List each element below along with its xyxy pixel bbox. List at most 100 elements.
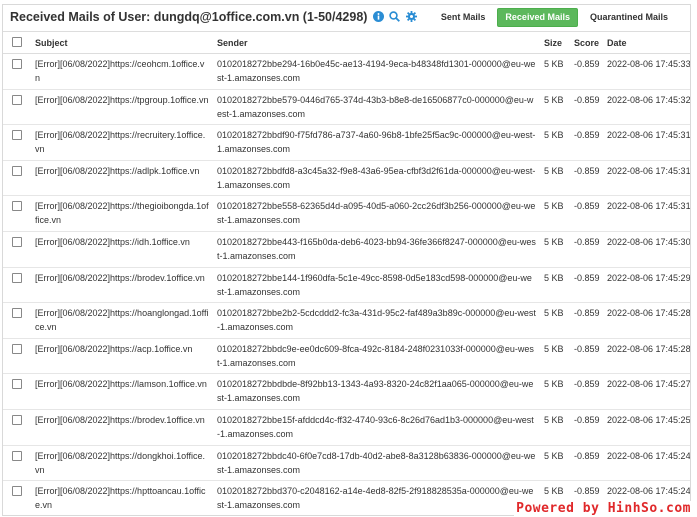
mail-subject: [Error][06/08/2022]https://thegioibongda… (31, 195, 213, 232)
row-checkbox[interactable] (12, 272, 22, 283)
row-checkbox-cell (3, 409, 31, 446)
mail-score: -0.859 (570, 373, 603, 410)
mail-size: 5 KB (540, 53, 570, 90)
gear-icon[interactable] (405, 11, 417, 22)
table-row[interactable]: [Error][06/08/2022]https://thegioibongda… (3, 195, 690, 232)
received-mails-panel: Received Mails of User: dungdq@1office.c… (2, 4, 691, 516)
table-row[interactable]: [Error][06/08/2022]https://idh.1office.v… (3, 231, 690, 268)
score-header[interactable]: Score (570, 32, 603, 54)
mail-subject: [Error][06/08/2022]https://adlpk.1office… (31, 160, 213, 197)
page-title-wrap: Received Mails of User: dungdq@1office.c… (10, 10, 417, 24)
mail-subject: [Error][06/08/2022]https://tpgroup.1offi… (31, 89, 213, 126)
row-checkbox[interactable] (12, 450, 22, 461)
mail-sender: 0102018272bbdf90-f75fd786-a737-4a60-96b8… (213, 124, 540, 161)
mail-sender: 0102018272bbdbde-8f92bb13-1343-4a93-8320… (213, 373, 540, 410)
mail-size: 5 KB (540, 445, 570, 482)
table-row[interactable]: [Error][06/08/2022]https://recruitery.1o… (3, 124, 690, 161)
row-checkbox[interactable] (12, 94, 22, 105)
date-header[interactable]: Date (603, 32, 690, 54)
table-row[interactable]: [Error][06/08/2022]https://brodev.1offic… (3, 267, 690, 304)
row-checkbox-cell (3, 480, 31, 515)
row-checkbox[interactable] (12, 308, 22, 319)
mail-subject: [Error][06/08/2022]https://hpttoancau.1o… (31, 480, 213, 515)
mail-score: -0.859 (570, 267, 603, 304)
table-row[interactable]: [Error][06/08/2022]https://brodev.1offic… (3, 409, 690, 446)
row-checkbox[interactable] (12, 59, 22, 69)
mail-subject: [Error][06/08/2022]https://acp.1office.v… (31, 338, 213, 375)
mail-date: 2022-08-06 17:45:27 (603, 373, 690, 410)
mail-sender: 0102018272bbe558-62365d4d-a095-40d5-a060… (213, 195, 540, 232)
mail-sender: 0102018272bbe2b2-5cdcddd2-fc3a-431d-95c2… (213, 302, 540, 339)
mail-date: 2022-08-06 17:45:31 (603, 160, 690, 197)
mail-size: 5 KB (540, 338, 570, 375)
search-icon[interactable] (389, 11, 401, 22)
table-row[interactable]: [Error][06/08/2022]https://dongkhoi.1off… (3, 445, 690, 482)
mail-table: Subject Sender Size Score Date [Error][0… (3, 32, 690, 515)
table-row[interactable]: [Error][06/08/2022]https://adlpk.1office… (3, 160, 690, 197)
mail-date: 2022-08-06 17:45:28 (603, 338, 690, 375)
mail-size: 5 KB (540, 373, 570, 410)
mail-size: 5 KB (540, 267, 570, 304)
mail-sender: 0102018272bbdc40-6f0e7cd8-17db-40d2-abe8… (213, 445, 540, 482)
row-checkbox-cell (3, 267, 31, 304)
row-checkbox-cell (3, 373, 31, 410)
table-row[interactable]: [Error][06/08/2022]https://acp.1office.v… (3, 338, 690, 375)
page-title: Received Mails of User: dungdq@1office.c… (10, 10, 368, 24)
row-checkbox[interactable] (12, 236, 22, 247)
row-checkbox-cell (3, 160, 31, 197)
mail-size: 5 KB (540, 302, 570, 339)
mail-size: 5 KB (540, 124, 570, 161)
mail-subject: [Error][06/08/2022]https://brodev.1offic… (31, 409, 213, 446)
sent-mails-button[interactable]: Sent Mails (433, 8, 494, 27)
mail-sender: 0102018272bbdfd8-a3c45a32-f9e8-43a6-95ea… (213, 160, 540, 197)
subject-header[interactable]: Subject (31, 32, 213, 54)
mail-sender: 0102018272bbe144-1f960dfa-5c1e-49cc-8598… (213, 267, 540, 304)
mail-sender: 0102018272bbe294-16b0e45c-ae13-4194-9eca… (213, 53, 540, 90)
row-checkbox[interactable] (12, 486, 22, 497)
mail-size: 5 KB (540, 409, 570, 446)
view-toggle-group: Sent Mails Received Mails Quarantined Ma… (429, 8, 676, 27)
mail-date: 2022-08-06 17:45:33 (603, 53, 690, 90)
table-row[interactable]: [Error][06/08/2022]https://tpgroup.1offi… (3, 89, 690, 126)
quarantined-mails-button[interactable]: Quarantined Mails (582, 8, 676, 27)
mail-date: 2022-08-06 17:45:30 (603, 231, 690, 268)
row-checkbox-cell (3, 338, 31, 375)
table-row[interactable]: [Error][06/08/2022]https://lamson.1offic… (3, 373, 690, 410)
info-icon[interactable] (372, 11, 384, 22)
mail-subject: [Error][06/08/2022]https://ceohcm.1offic… (31, 53, 213, 90)
mail-score: -0.859 (570, 302, 603, 339)
mail-sender: 0102018272bbe443-f165b0da-deb6-4023-bb94… (213, 231, 540, 268)
mail-date: 2022-08-06 17:45:24 (603, 445, 690, 482)
row-checkbox[interactable] (12, 201, 22, 212)
mail-subject: [Error][06/08/2022]https://recruitery.1o… (31, 124, 213, 161)
mail-sender: 0102018272bbe15f-afddcd4c-ff32-4740-93c6… (213, 409, 540, 446)
select-all-checkbox[interactable] (12, 36, 22, 47)
row-checkbox[interactable] (12, 130, 22, 141)
mail-subject: [Error][06/08/2022]https://dongkhoi.1off… (31, 445, 213, 482)
mail-subject: [Error][06/08/2022]https://idh.1office.v… (31, 231, 213, 268)
table-row[interactable]: [Error][06/08/2022]https://hoanglongad.1… (3, 302, 690, 339)
row-checkbox-cell (3, 53, 31, 90)
mail-date: 2022-08-06 17:45:28 (603, 302, 690, 339)
size-header[interactable]: Size (540, 32, 570, 54)
row-checkbox[interactable] (12, 414, 22, 425)
received-mails-button[interactable]: Received Mails (497, 8, 578, 27)
mail-size: 5 KB (540, 160, 570, 197)
sender-header[interactable]: Sender (213, 32, 540, 54)
powered-by-watermark: Powered by HinhSo.com (514, 501, 693, 517)
mail-subject: [Error][06/08/2022]https://brodev.1offic… (31, 267, 213, 304)
mail-date: 2022-08-06 17:45:32 (603, 89, 690, 126)
mail-table-body: [Error][06/08/2022]https://ceohcm.1offic… (3, 53, 690, 515)
mail-score: -0.859 (570, 124, 603, 161)
mail-subject: [Error][06/08/2022]https://lamson.1offic… (31, 373, 213, 410)
row-checkbox[interactable] (12, 165, 22, 176)
row-checkbox-cell (3, 302, 31, 339)
panel-header: Received Mails of User: dungdq@1office.c… (3, 5, 690, 32)
row-checkbox[interactable] (12, 343, 22, 354)
mail-score: -0.859 (570, 53, 603, 90)
mail-date: 2022-08-06 17:45:29 (603, 267, 690, 304)
mail-score: -0.859 (570, 338, 603, 375)
row-checkbox[interactable] (12, 379, 22, 390)
table-row[interactable]: [Error][06/08/2022]https://ceohcm.1offic… (3, 53, 690, 90)
mail-sender: 0102018272bbd370-c2048162-a14e-4ed8-82f5… (213, 480, 540, 515)
